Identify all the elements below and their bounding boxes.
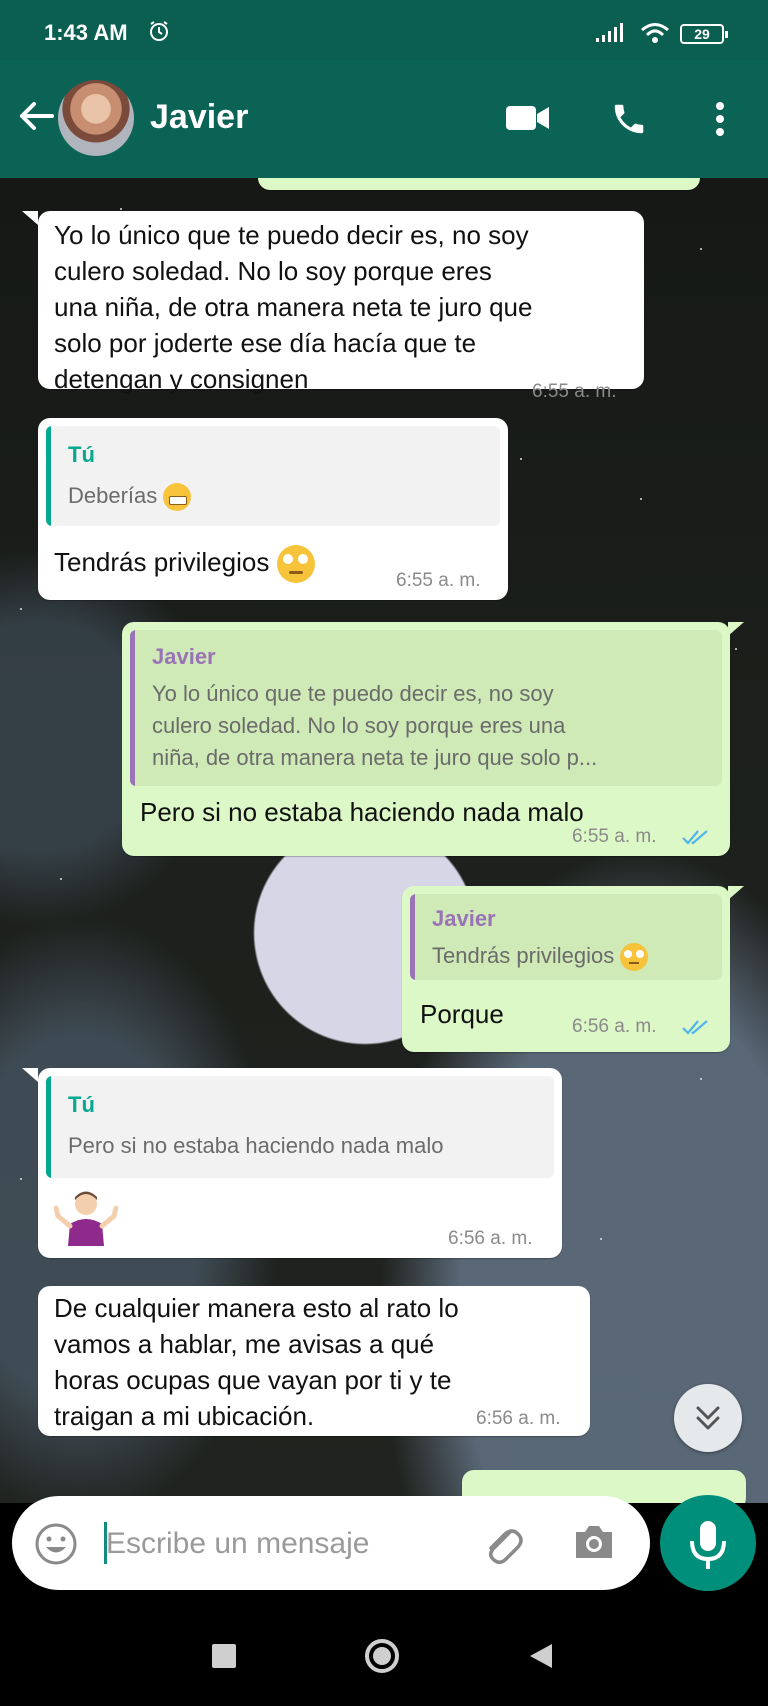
back-triangle-icon[interactable] xyxy=(528,1642,554,1670)
message-line: una niña, de otra manera neta te juro qu… xyxy=(54,292,533,322)
quote-author: Tú xyxy=(68,1092,95,1117)
signal-icon xyxy=(596,23,623,42)
chat-area[interactable]: Yo lo único que te puedo decir es, no so… xyxy=(0,178,768,1503)
bubble-tail xyxy=(22,1068,38,1082)
message-line: solo por joderte ese día hacía que te xyxy=(54,328,477,358)
double-chevron-down-icon xyxy=(696,1406,720,1430)
person-shrugging-emoji-icon xyxy=(54,1191,118,1246)
voice-message-button[interactable] xyxy=(660,1495,756,1591)
message-text: Pero si no estaba haciendo nada malo xyxy=(140,797,584,827)
wifi-icon xyxy=(641,23,669,43)
chat-header: Javier xyxy=(0,60,768,178)
battery-indicator: 29 xyxy=(680,24,728,44)
message-line: Yo lo único que te puedo decir es, no so… xyxy=(54,220,529,250)
message-time: 6:55 a. m. xyxy=(532,381,617,402)
message-line: culero soledad. No lo soy porque eres xyxy=(54,256,492,286)
status-time: 1:43 AM xyxy=(44,20,128,45)
emoji-icon[interactable] xyxy=(34,1522,78,1566)
incoming-reply-message[interactable]: Tú Deberías Tendrás privilegios 6:55 a. … xyxy=(38,418,508,600)
quoted-message[interactable]: Tú Deberías xyxy=(46,426,500,526)
attach-icon[interactable] xyxy=(480,1520,524,1566)
outgoing-message-partial[interactable] xyxy=(258,178,700,190)
read-receipt-icon xyxy=(682,830,708,845)
message-line: De cualquier manera esto al rato lo xyxy=(54,1293,459,1323)
message-time: 6:56 a. m. xyxy=(476,1408,561,1429)
read-receipt-icon xyxy=(682,1020,708,1035)
recent-apps-button[interactable] xyxy=(212,1644,236,1668)
quote-bar xyxy=(130,630,135,786)
quote-author: Javier xyxy=(432,906,496,931)
message-time: 6:56 a. m. xyxy=(572,1016,657,1037)
more-options-icon[interactable] xyxy=(712,100,728,138)
scroll-to-bottom-button[interactable] xyxy=(674,1384,742,1452)
message-text: Porque xyxy=(420,999,504,1029)
contact-avatar[interactable] xyxy=(58,80,134,156)
quoted-message[interactable]: Javier Yo lo único que te puedo decir es… xyxy=(130,630,722,786)
bubble-tail xyxy=(22,211,38,225)
rolling-eyes-emoji-icon xyxy=(276,545,315,584)
message-line: horas ocupas que vayan por ti y te xyxy=(54,1365,452,1395)
message-input[interactable] xyxy=(104,1520,438,1568)
quoted-message[interactable]: Tú Pero si no estaba haciendo nada malo xyxy=(46,1076,554,1178)
incoming-message[interactable]: Yo lo único que te puedo decir es, no so… xyxy=(38,211,644,402)
back-arrow-icon[interactable] xyxy=(16,96,56,136)
outgoing-reply-message[interactable]: Javier Yo lo único que te puedo decir es… xyxy=(122,622,730,856)
incoming-reply-message[interactable]: Tú Pero si no estaba haciendo nada malo … xyxy=(38,1068,562,1258)
system-navigation-bar xyxy=(0,1604,768,1706)
message-time: 6:55 a. m. xyxy=(396,570,481,591)
bubble-tail xyxy=(728,886,744,900)
quote-author: Tú xyxy=(68,442,95,467)
quote-bar xyxy=(46,426,51,526)
incoming-message[interactable]: De cualquier manera esto al rato lo vamo… xyxy=(38,1286,590,1436)
home-button[interactable] xyxy=(364,1638,400,1674)
contact-name[interactable]: Javier xyxy=(150,98,248,137)
bubble-tail xyxy=(728,622,744,636)
quote-bar xyxy=(46,1076,51,1178)
quote-line: Yo lo único que te puedo decir es, no so… xyxy=(152,681,554,706)
grimacing-emoji-icon xyxy=(163,483,192,512)
alarm-icon xyxy=(150,21,168,41)
quote-text: Tendrás privilegios xyxy=(432,940,649,972)
quote-bar xyxy=(410,894,415,980)
video-call-icon[interactable] xyxy=(506,104,550,132)
message-time: 6:56 a. m. xyxy=(448,1228,533,1249)
rolling-eyes-emoji-icon xyxy=(620,943,649,972)
microphone-icon xyxy=(690,1521,726,1569)
quote-text: Deberías xyxy=(68,480,192,512)
outgoing-reply-message[interactable]: Javier Tendrás privilegios Porque 6:56 a… xyxy=(402,886,730,1052)
message-line: vamos a hablar, me avisas a qué xyxy=(54,1329,435,1359)
phone-call-icon[interactable] xyxy=(610,100,648,138)
quote-text: Pero si no estaba haciendo nada malo xyxy=(68,1133,444,1158)
message-composer[interactable] xyxy=(12,1496,650,1590)
message-line: traigan a mi ubicación. xyxy=(54,1401,315,1431)
status-bar: 1:43 AM 29 xyxy=(0,0,768,60)
quote-line: niña, de otra manera neta te juro que so… xyxy=(152,745,598,770)
quote-author: Javier xyxy=(152,644,216,669)
camera-icon[interactable] xyxy=(572,1522,616,1562)
message-text: Tendrás privilegios xyxy=(54,544,315,584)
message-line: detengan y consignen xyxy=(54,364,309,394)
message-time: 6:55 a. m. xyxy=(572,826,657,847)
quote-line: culero soledad. No lo soy porque eres un… xyxy=(152,713,566,738)
quoted-message[interactable]: Javier Tendrás privilegios xyxy=(410,894,722,980)
